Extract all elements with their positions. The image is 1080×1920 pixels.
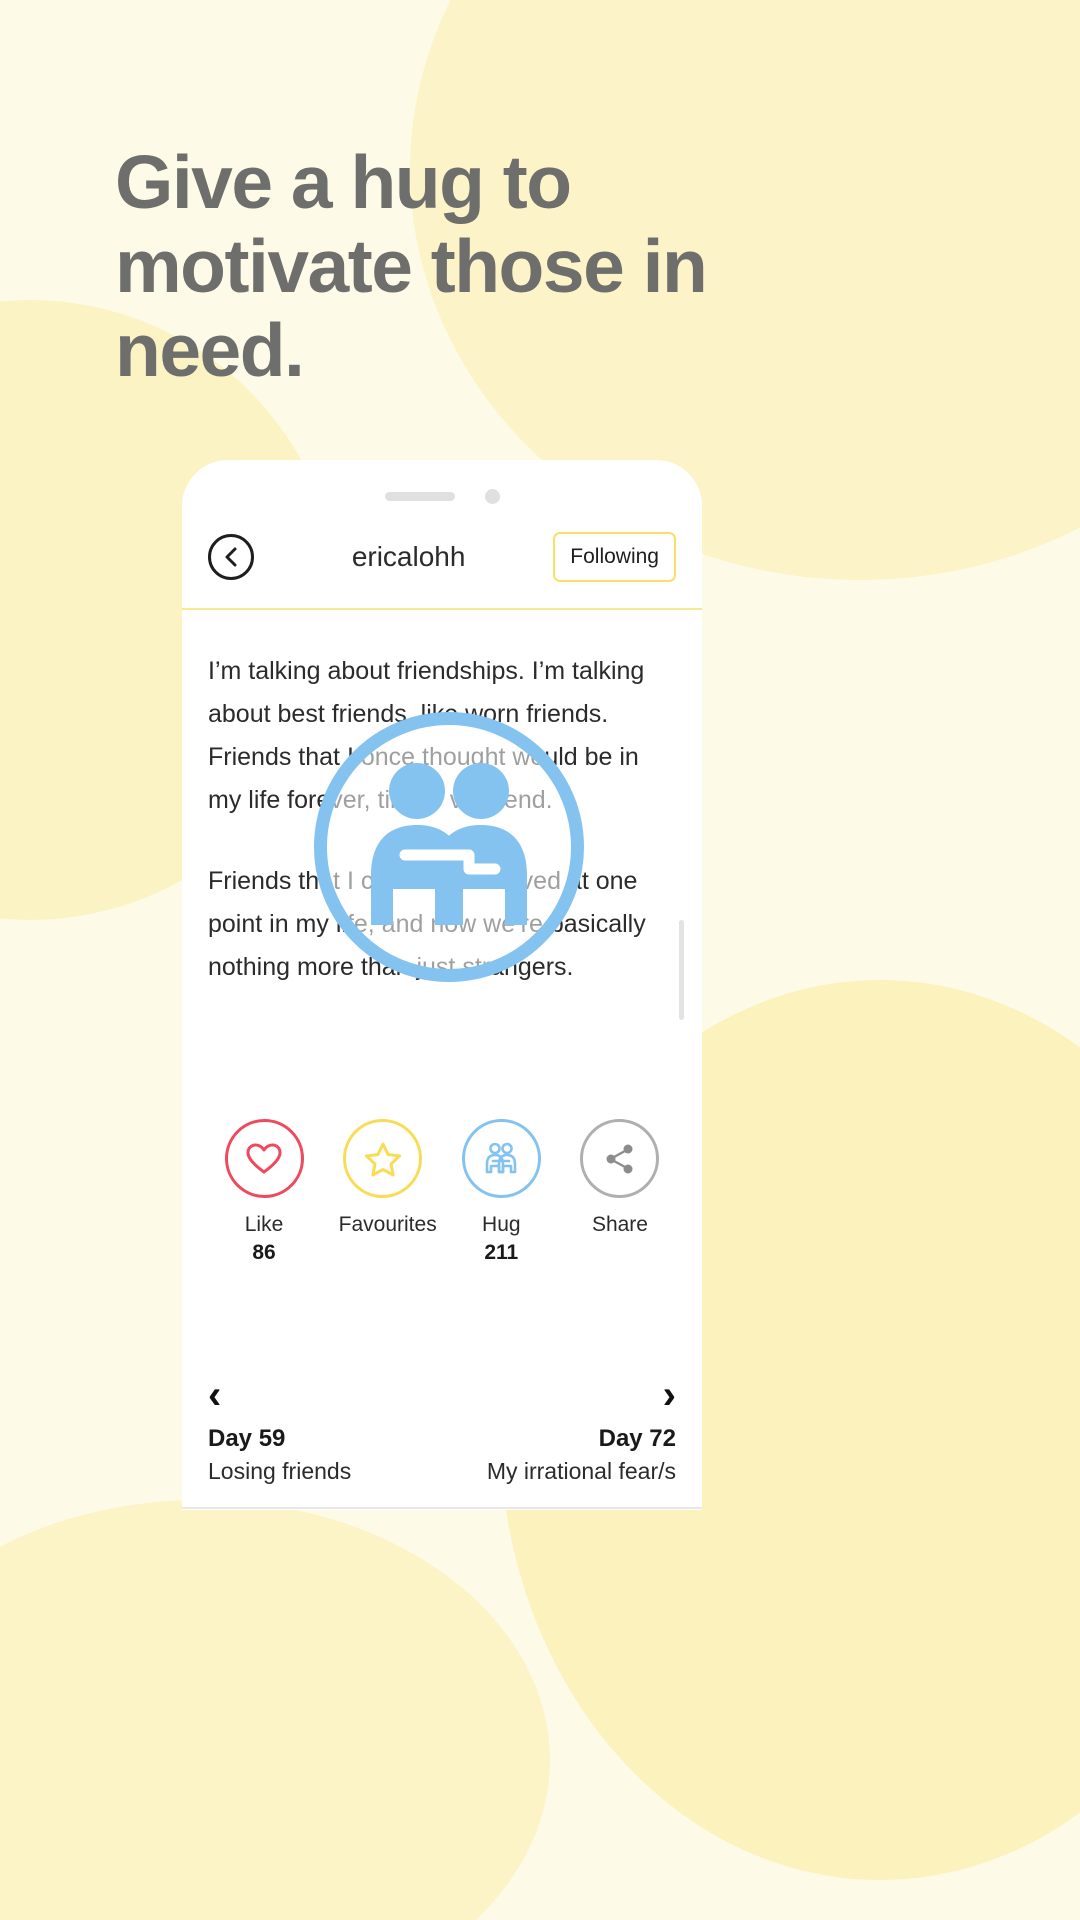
hug-people-icon bbox=[486, 1142, 517, 1173]
phone-notch bbox=[182, 460, 702, 532]
phone-camera bbox=[484, 488, 500, 504]
following-button[interactable]: Following bbox=[553, 532, 676, 582]
action-label: Like bbox=[244, 1213, 284, 1236]
hug-button[interactable] bbox=[461, 1119, 541, 1198]
action-like[interactable]: Like 86 bbox=[220, 1119, 308, 1265]
bottom-tab-bar: Feed Create Search bbox=[182, 1509, 702, 1510]
chevron-left-icon bbox=[225, 547, 237, 567]
like-button[interactable] bbox=[224, 1119, 304, 1198]
like-count: 86 bbox=[252, 1241, 276, 1264]
back-button[interactable] bbox=[208, 534, 254, 580]
day-nav-next[interactable]: › Day 72 My irrational fear/s bbox=[487, 1375, 676, 1485]
day-nav-prev[interactable]: ‹ Day 59 Losing friends bbox=[208, 1375, 351, 1485]
share-button[interactable] bbox=[580, 1119, 660, 1198]
phone-speaker bbox=[384, 491, 455, 501]
hug-overlay-badge[interactable] bbox=[314, 712, 584, 982]
chevron-left-icon[interactable]: ‹ bbox=[208, 1375, 351, 1415]
action-favourites[interactable]: Favourites bbox=[338, 1119, 437, 1265]
background-blob-bottom-left bbox=[0, 1500, 550, 1920]
action-label: Favourites bbox=[338, 1213, 437, 1236]
phone-mockup: ericalohh Following I’m talking about fr… bbox=[182, 460, 702, 1510]
day-nav-next-title: Day 72 bbox=[598, 1425, 676, 1452]
profile-username: ericalohh bbox=[351, 541, 466, 572]
action-buttons-row: Like 86 Favourites Hug 211 Share bbox=[182, 1027, 702, 1265]
page-title: Give a hug to motivate those in need. bbox=[115, 140, 708, 392]
action-hug[interactable]: Hug 211 bbox=[457, 1119, 545, 1265]
day-navigation: ‹ Day 59 Losing friends › Day 72 My irra… bbox=[182, 1265, 702, 1509]
hug-count: 211 bbox=[484, 1241, 519, 1264]
share-icon bbox=[606, 1144, 633, 1173]
action-label: Share bbox=[591, 1213, 648, 1236]
day-nav-prev-subtitle: Losing friends bbox=[208, 1458, 352, 1484]
heart-icon bbox=[246, 1143, 282, 1174]
action-label: Hug bbox=[482, 1213, 521, 1236]
app-header: ericalohh Following bbox=[182, 532, 702, 610]
scrollbar[interactable] bbox=[679, 920, 684, 1020]
star-icon bbox=[364, 1142, 401, 1176]
chevron-right-icon[interactable]: › bbox=[487, 1375, 676, 1415]
action-share[interactable]: Share bbox=[576, 1119, 664, 1265]
day-nav-next-subtitle: My irrational fear/s bbox=[486, 1458, 676, 1484]
hug-people-icon bbox=[371, 763, 527, 925]
day-nav-prev-title: Day 59 bbox=[208, 1425, 286, 1452]
favourites-button[interactable] bbox=[343, 1119, 423, 1198]
